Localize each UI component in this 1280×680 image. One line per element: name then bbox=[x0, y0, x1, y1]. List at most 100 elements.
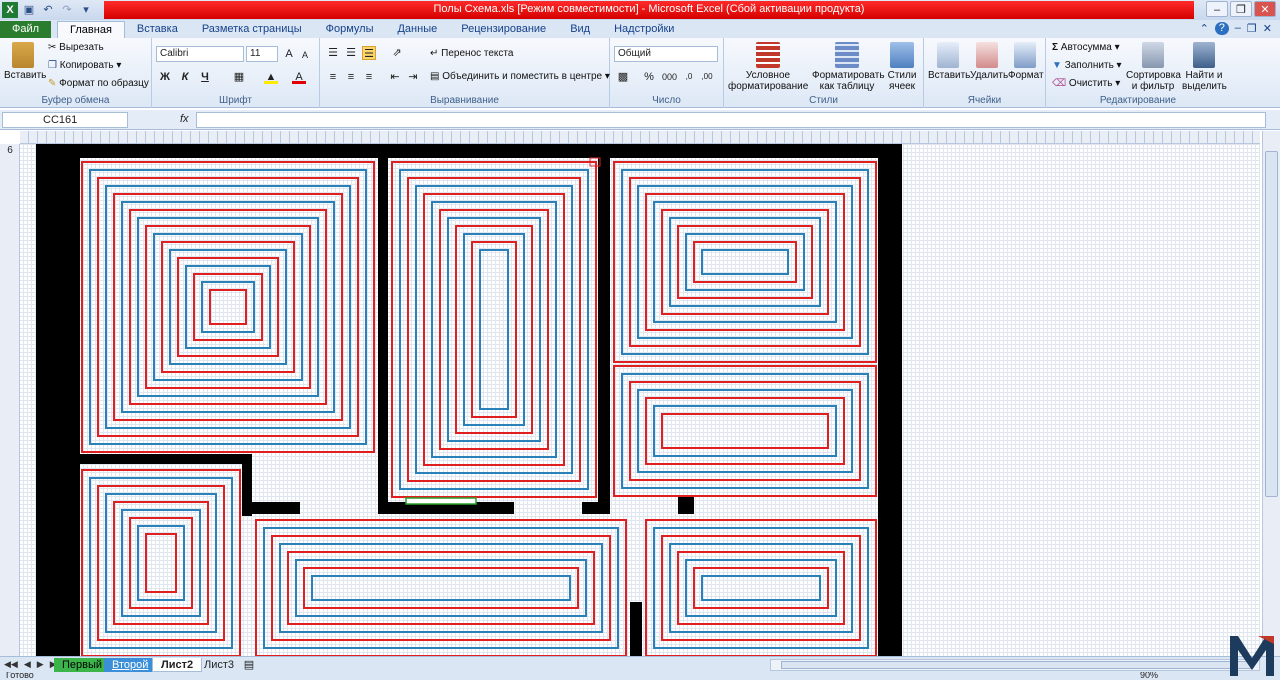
fill-down-icon: ▼ bbox=[1052, 60, 1062, 71]
name-box[interactable]: CC161 bbox=[2, 112, 128, 128]
vertical-scrollbar[interactable] bbox=[1262, 131, 1280, 656]
tab-view[interactable]: Вид bbox=[558, 21, 602, 38]
group-font: Calibri 11 A A Ж К Ч ▦ ▲ A Шрифт bbox=[152, 38, 320, 108]
clear-button[interactable]: ⌫ Очистить ▾ bbox=[1052, 78, 1120, 89]
horizontal-scrollbar[interactable] bbox=[770, 659, 1260, 671]
format-cells-button[interactable]: Формат bbox=[1008, 42, 1044, 81]
number-format-select[interactable]: Общий bbox=[614, 46, 718, 62]
shrink-font-icon[interactable]: A bbox=[298, 48, 312, 62]
group-clipboard: Вставить ✂ Вырезать ❐ Копировать ▾ ✎ Фор… bbox=[0, 38, 152, 108]
insert-cells-button[interactable]: Вставить bbox=[928, 42, 970, 81]
vertical-scroll-thumb[interactable] bbox=[1265, 151, 1278, 497]
next-sheet-icon[interactable]: ▶ bbox=[37, 659, 44, 670]
cut-button[interactable]: ✂ Вырезать bbox=[48, 42, 104, 53]
undo-icon[interactable]: ↶ bbox=[40, 2, 56, 18]
scissors-icon: ✂ bbox=[48, 42, 57, 53]
column-headers[interactable] bbox=[20, 131, 1260, 144]
customize-qat-icon[interactable]: ▾ bbox=[78, 2, 94, 18]
help-icon[interactable]: ? bbox=[1214, 22, 1229, 35]
insert-function-button[interactable]: fx bbox=[180, 113, 189, 125]
merge-center-button[interactable]: ▤ Объединить и поместить в центре ▾ bbox=[430, 71, 610, 82]
align-center-icon[interactable]: ≡ bbox=[344, 70, 358, 84]
find-select-button[interactable]: Найти и выделить bbox=[1182, 42, 1227, 92]
collapse-ribbon-icon[interactable]: ⌃ bbox=[1200, 22, 1209, 35]
close-icon[interactable]: ✕ bbox=[1254, 1, 1276, 17]
copy-button[interactable]: ❐ Копировать ▾ bbox=[48, 60, 121, 71]
worksheet-grid[interactable] bbox=[20, 144, 1260, 656]
heating-loop bbox=[669, 217, 821, 307]
tab-review[interactable]: Рецензирование bbox=[449, 21, 558, 38]
borders-icon[interactable]: ▦ bbox=[232, 70, 246, 84]
formula-input[interactable] bbox=[196, 112, 1266, 128]
heating-loop bbox=[693, 567, 829, 609]
prev-sheet-icon[interactable]: ◀ bbox=[24, 659, 31, 670]
tab-addins[interactable]: Надстройки bbox=[602, 21, 686, 38]
underline-button[interactable]: Ч bbox=[198, 70, 212, 84]
first-sheet-icon[interactable]: ◀◀ bbox=[4, 659, 18, 670]
sort-filter-button[interactable]: Сортировка и фильтр bbox=[1126, 42, 1181, 92]
number-group-label: Число bbox=[652, 95, 681, 106]
sheet-tab-list2[interactable]: Лист2 bbox=[152, 658, 203, 672]
heating-loop bbox=[137, 525, 185, 601]
sheet-tab-second[interactable]: Второй bbox=[104, 658, 157, 672]
paste-button[interactable]: Вставить bbox=[4, 42, 46, 81]
tab-formulas[interactable]: Формулы bbox=[314, 21, 386, 38]
redo-icon[interactable]: ↷ bbox=[59, 2, 75, 18]
fill-button[interactable]: ▼ Заполнить ▾ bbox=[1052, 60, 1122, 71]
thousands-icon[interactable]: 000 bbox=[662, 70, 677, 84]
zoom-level[interactable]: 90% bbox=[1140, 672, 1158, 680]
heating-loop bbox=[279, 543, 603, 633]
horizontal-scroll-thumb[interactable] bbox=[781, 661, 1251, 669]
minimize-icon[interactable]: – bbox=[1206, 1, 1228, 17]
bold-button[interactable]: Ж bbox=[158, 70, 172, 84]
align-bottom-icon[interactable]: ☰ bbox=[362, 46, 376, 60]
conditional-formatting-button[interactable]: Условное форматирование bbox=[728, 42, 808, 92]
tab-page-layout[interactable]: Разметка страницы bbox=[190, 21, 314, 38]
sort-label-1: Сортировка bbox=[1126, 70, 1181, 81]
decrease-decimal-icon[interactable]: ,00 bbox=[700, 70, 714, 84]
sheet-tab-list3[interactable]: Лист3 bbox=[196, 658, 242, 672]
font-name-select[interactable]: Calibri bbox=[156, 46, 244, 62]
brush-icon: ✎ bbox=[48, 78, 57, 89]
workbook-restore-icon[interactable]: ❐ bbox=[1247, 22, 1257, 35]
currency-icon[interactable]: ▩ bbox=[616, 70, 630, 84]
align-left-icon[interactable]: ≡ bbox=[326, 70, 340, 84]
group-alignment: ☰ ☰ ☰ ⇗ ≡ ≡ ≡ ⇤ ⇥ ↵ Перенос текста ▤ Объ… bbox=[320, 38, 610, 108]
heating-loop bbox=[113, 501, 209, 625]
italic-button[interactable]: К bbox=[178, 70, 192, 84]
group-styles: Условное форматирование Форматировать ка… bbox=[724, 38, 924, 108]
tab-data[interactable]: Данные bbox=[385, 21, 449, 38]
fill-color-icon[interactable]: ▲ bbox=[264, 70, 278, 84]
tab-home[interactable]: Главная bbox=[57, 21, 125, 38]
autosum-button[interactable]: Σ Автосумма ▾ bbox=[1052, 42, 1120, 53]
font-size-select[interactable]: 11 bbox=[246, 46, 278, 62]
workbook-close-icon[interactable]: ✕ bbox=[1263, 22, 1272, 35]
heating-loop bbox=[129, 209, 327, 405]
sheet-tab-first[interactable]: Первый bbox=[54, 658, 111, 672]
increase-decimal-icon[interactable]: ,0 bbox=[682, 70, 696, 84]
align-top-icon[interactable]: ☰ bbox=[326, 46, 340, 60]
workbook-minimize-icon[interactable]: – bbox=[1235, 22, 1241, 35]
tab-file[interactable]: Файл bbox=[0, 21, 52, 38]
save-icon[interactable]: ▣ bbox=[21, 2, 37, 18]
heating-loop bbox=[645, 397, 845, 465]
align-middle-icon[interactable]: ☰ bbox=[344, 46, 358, 60]
align-right-icon[interactable]: ≡ bbox=[362, 70, 376, 84]
increase-indent-icon[interactable]: ⇥ bbox=[406, 70, 420, 84]
grow-font-icon[interactable]: A bbox=[282, 47, 296, 61]
row-number[interactable]: 6 bbox=[0, 145, 20, 156]
orientation-icon[interactable]: ⇗ bbox=[390, 46, 404, 60]
wrap-text-button[interactable]: ↵ Перенос текста bbox=[430, 48, 513, 59]
delete-cells-button[interactable]: Удалить bbox=[970, 42, 1008, 81]
cell-styles-button[interactable]: Стили ячеек bbox=[884, 42, 920, 92]
restore-icon[interactable]: ❐ bbox=[1230, 1, 1252, 17]
row-headers[interactable]: 6 bbox=[0, 144, 20, 656]
heating-loop bbox=[287, 551, 595, 625]
format-painter-button[interactable]: ✎ Формат по образцу bbox=[48, 78, 149, 89]
decrease-indent-icon[interactable]: ⇤ bbox=[388, 70, 402, 84]
font-color-icon[interactable]: A bbox=[292, 70, 306, 84]
insert-sheet-icon[interactable]: ▤ bbox=[242, 658, 256, 672]
format-as-table-button[interactable]: Форматировать как таблицу bbox=[812, 42, 885, 92]
tab-insert[interactable]: Вставка bbox=[125, 21, 190, 38]
percent-icon[interactable]: % bbox=[642, 70, 656, 84]
